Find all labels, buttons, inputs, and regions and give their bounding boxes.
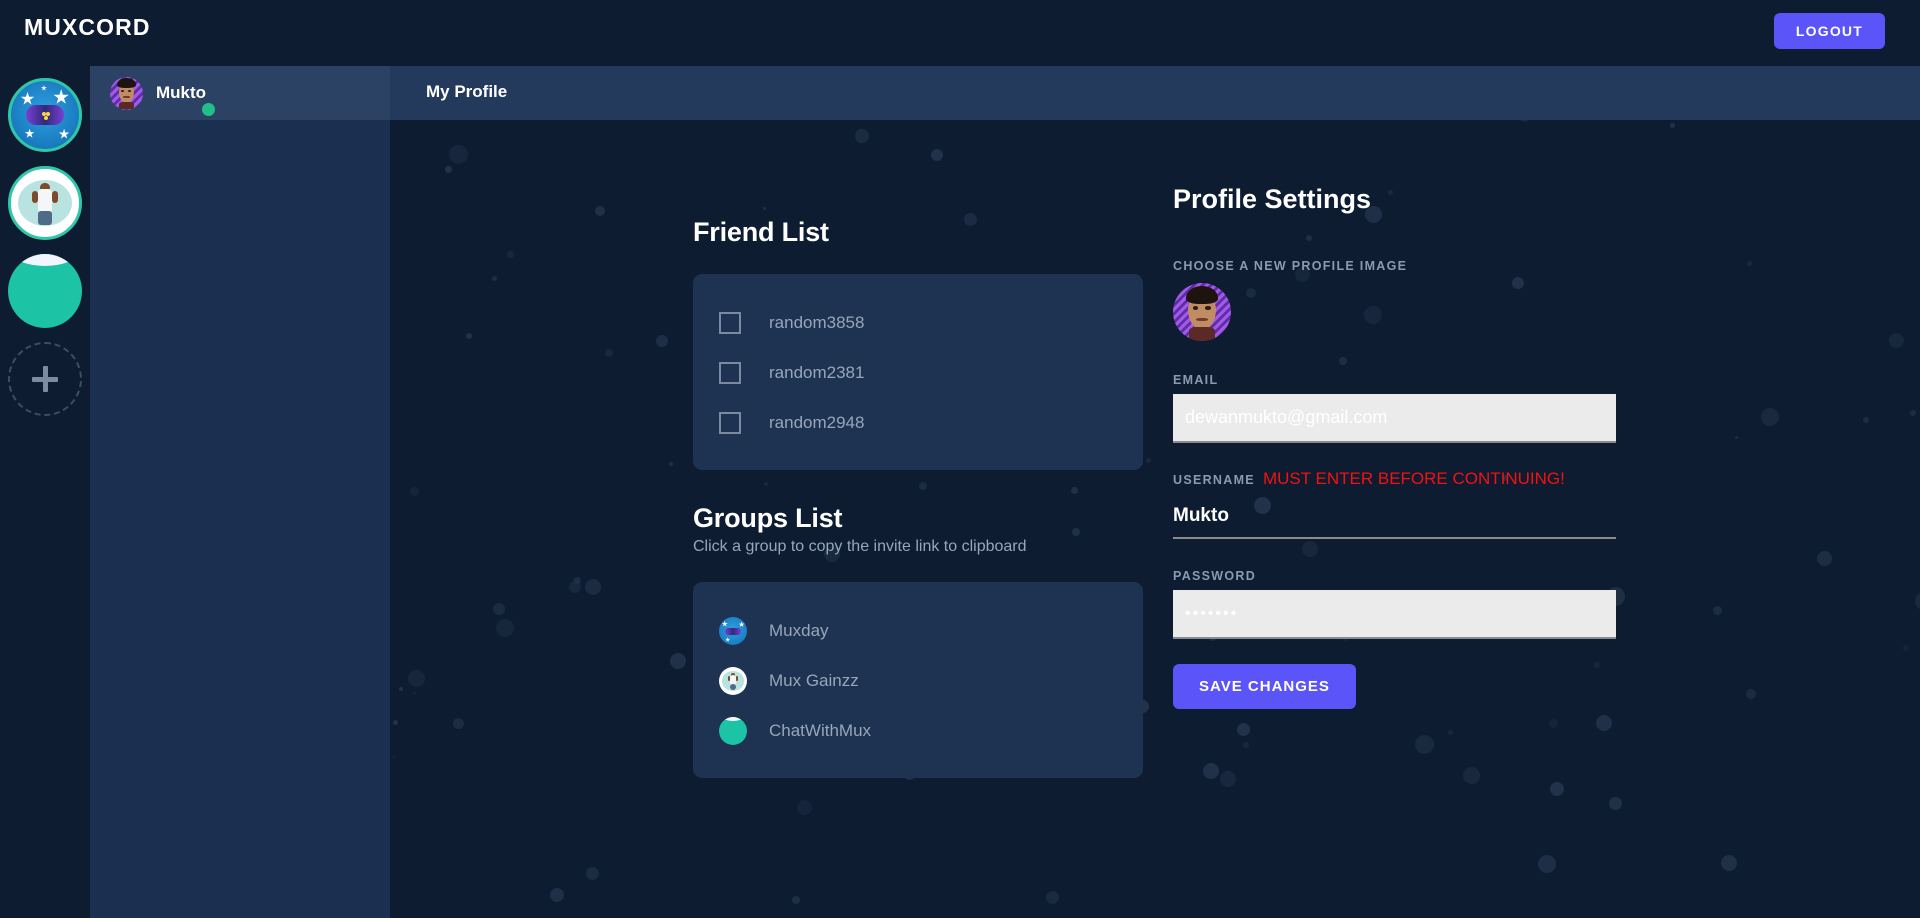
group-name-label: Muxday — [769, 621, 829, 640]
group-avatar-icon — [719, 717, 747, 745]
save-changes-button[interactable]: SAVE CHANGES — [1173, 664, 1356, 709]
logout-button[interactable]: LOGOUT — [1773, 13, 1885, 49]
group-avatar-icon — [719, 617, 747, 645]
content-header-bar: My Profile — [390, 66, 1920, 120]
username-warning-text: MUST ENTER BEFORE CONTINUING! — [1262, 469, 1565, 488]
chat-bubble-icon — [12, 254, 78, 266]
username-field[interactable] — [1173, 501, 1616, 539]
friend-checkbox[interactable] — [719, 312, 741, 334]
friend-name-label: random2381 — [769, 363, 865, 382]
list-item[interactable]: random3858 — [693, 298, 1143, 348]
profile-image-label: CHOOSE A NEW PROFILE IMAGE — [1173, 259, 1408, 273]
friend-list-title: Friend List — [693, 217, 829, 247]
group-name-label: ChatWithMux — [769, 721, 872, 740]
friend-checkbox[interactable] — [719, 362, 741, 384]
dm-username-label: Mukto — [156, 83, 207, 102]
profile-settings-column: Profile Settings CHOOSE A NEW PROFILE IM… — [1173, 184, 1618, 709]
avatar — [110, 76, 143, 110]
group-name-label: Mux Gainzz — [769, 671, 859, 690]
profile-image-preview[interactable] — [1173, 283, 1231, 341]
username-label-row: USERNAME MUST ENTER BEFORE CONTINUING! — [1173, 469, 1618, 489]
plus-icon — [32, 377, 58, 382]
online-status-indicator — [202, 103, 215, 116]
server-icon-muxgainzz[interactable] — [8, 166, 82, 240]
dm-current-user-row[interactable]: Mukto — [90, 66, 390, 120]
server-icon-gamer[interactable] — [8, 78, 82, 152]
list-item[interactable]: random2381 — [693, 348, 1143, 398]
group-avatar-icon — [719, 667, 747, 695]
tab-my-profile[interactable]: My Profile — [426, 82, 507, 102]
list-item[interactable]: random2948 — [693, 398, 1143, 448]
username-label: USERNAME — [1173, 473, 1255, 487]
groups-list-title: Groups List — [693, 503, 843, 533]
password-label: PASSWORD — [1173, 569, 1257, 583]
friend-checkbox[interactable] — [719, 412, 741, 434]
groups-list-card: Muxday Mux Gainzz ChatWithMux — [693, 582, 1143, 778]
friend-name-label: random3858 — [769, 313, 865, 332]
server-rail — [0, 66, 90, 918]
add-server-button[interactable] — [8, 342, 82, 416]
friend-name-label: random2948 — [769, 413, 865, 432]
dm-sidebar-panel: Mukto — [90, 66, 390, 918]
gamepad-icon — [11, 81, 79, 149]
list-item[interactable]: Mux Gainzz — [693, 656, 1143, 706]
friend-list-card: random3858 random2381 random2948 — [693, 274, 1143, 470]
email-field[interactable] — [1173, 394, 1616, 443]
top-bar: MUXCORD LOGOUT — [0, 0, 1920, 66]
list-item[interactable]: ChatWithMux — [693, 706, 1143, 756]
server-icon-chatwithmux[interactable] — [8, 254, 82, 328]
email-label: EMAIL — [1173, 373, 1219, 387]
list-item[interactable]: Muxday — [693, 606, 1143, 656]
app-brand-logo: MUXCORD — [24, 14, 151, 40]
lists-column: Friend List random3858 random2381 random… — [693, 217, 1143, 778]
main-content: Friend List random3858 random2381 random… — [390, 120, 1920, 918]
page-title: Profile Settings — [1173, 184, 1372, 214]
groups-list-subtitle: Click a group to copy the invite link to… — [693, 538, 1027, 555]
password-field[interactable] — [1173, 590, 1616, 639]
